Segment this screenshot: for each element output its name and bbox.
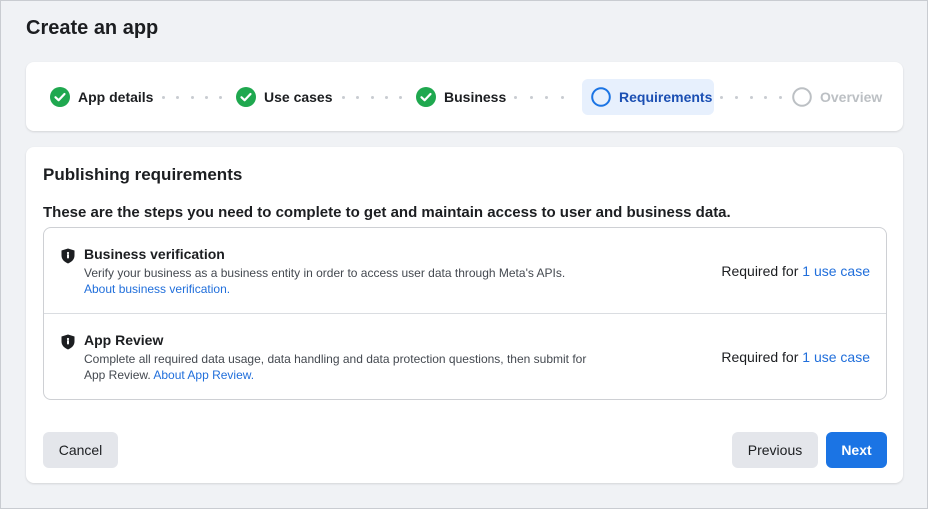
about-app-review-link[interactable]: About App Review. (153, 368, 254, 382)
requirement-description-text: Complete all required data usage, data h… (84, 352, 587, 366)
step-app-details[interactable]: App details (50, 79, 153, 115)
requirement-description-prefix: App Review. (84, 368, 154, 382)
required-for-text: Required for (721, 263, 803, 279)
step-label: Overview (820, 89, 883, 105)
progress-stepper: App details Use cases Business Requireme… (26, 62, 903, 131)
requirement-title: Business verification (84, 246, 225, 262)
requirement-app-review: App Review Complete all required data us… (44, 314, 886, 400)
step-label: App details (78, 89, 154, 105)
check-circle-icon (50, 87, 70, 107)
shield-icon (61, 334, 75, 350)
circle-outline-icon (591, 87, 611, 107)
step-overview[interactable]: Overview (792, 79, 882, 115)
shield-icon (61, 248, 75, 264)
requirement-description: Verify your business as a business entit… (84, 265, 604, 297)
circle-outline-icon (792, 87, 812, 107)
section-title: Publishing requirements (43, 165, 243, 184)
step-label: Business (444, 89, 507, 105)
use-case-link[interactable]: 1 use case (802, 263, 870, 279)
cancel-button[interactable]: Cancel (43, 432, 118, 468)
step-business[interactable]: Business (416, 79, 506, 115)
requirement-business-verification: Business verification Verify your busine… (44, 228, 886, 314)
step-connector (162, 96, 222, 99)
step-use-cases[interactable]: Use cases (236, 79, 333, 115)
next-button[interactable]: Next (826, 432, 887, 468)
requirement-status: Required for 1 use case (721, 263, 870, 279)
requirement-status: Required for 1 use case (721, 349, 870, 365)
step-label: Requirements (619, 89, 713, 105)
requirement-description: Complete all required data usage, data h… (84, 351, 604, 383)
required-for-text: Required for (721, 349, 803, 365)
section-subtitle: These are the steps you need to complete… (43, 204, 731, 221)
page-title: Create an app (26, 17, 159, 39)
requirements-list: Business verification Verify your busine… (43, 227, 887, 400)
requirement-description-text: Verify your business as a business entit… (84, 266, 566, 280)
check-circle-icon (416, 87, 436, 107)
step-connector (514, 96, 564, 99)
requirements-card: Publishing requirements These are the st… (26, 147, 903, 483)
step-label: Use cases (264, 89, 333, 105)
step-connector (720, 96, 782, 99)
requirement-title: App Review (84, 332, 164, 348)
use-case-link[interactable]: 1 use case (802, 349, 870, 365)
check-circle-icon (236, 87, 256, 107)
previous-button[interactable]: Previous (732, 432, 818, 468)
about-business-verification-link[interactable]: About business verification. (84, 282, 230, 296)
step-requirements[interactable]: Requirements (582, 79, 714, 115)
step-connector (342, 96, 402, 99)
